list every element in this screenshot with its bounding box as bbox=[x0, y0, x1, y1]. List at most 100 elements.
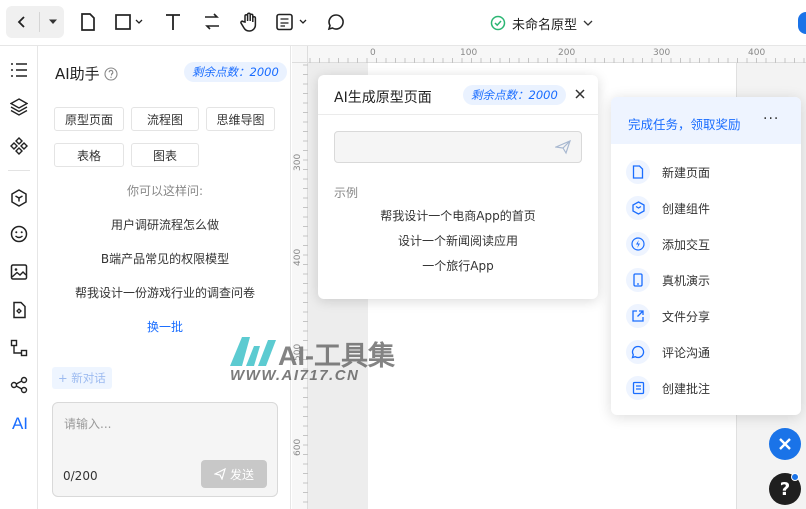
list-icon bbox=[11, 63, 27, 77]
rail-item-ai[interactable]: AI bbox=[9, 414, 31, 434]
example-item[interactable]: 一个旅行App bbox=[318, 257, 598, 274]
task-comment[interactable]: 评论沟通 bbox=[626, 340, 710, 364]
horizontal-ruler: 0 100 200 300 400 bbox=[308, 46, 806, 63]
project-title[interactable]: 未命名原型 bbox=[490, 13, 593, 33]
shape-tool-button[interactable] bbox=[115, 11, 143, 33]
rail-item-templates[interactable] bbox=[9, 300, 29, 320]
avatar[interactable] bbox=[798, 12, 806, 34]
task-add-interaction[interactable]: 添加交互 bbox=[626, 232, 710, 256]
task-create-component[interactable]: 创建组件 bbox=[626, 196, 710, 220]
saved-check-icon bbox=[490, 15, 506, 31]
ai-icon: AI bbox=[11, 414, 29, 433]
share-graph-icon bbox=[10, 376, 28, 394]
rail-item-layers[interactable] bbox=[9, 97, 29, 117]
nav-group bbox=[6, 6, 64, 38]
share-icon bbox=[626, 304, 650, 328]
note-tool-button[interactable] bbox=[276, 11, 308, 33]
ruler-label: 600 bbox=[293, 438, 303, 456]
ruler-label: 100 bbox=[460, 48, 478, 58]
prompt-input[interactable] bbox=[334, 131, 582, 163]
send-label: 发送 bbox=[229, 467, 254, 482]
text-icon bbox=[166, 14, 180, 30]
comment-icon bbox=[327, 14, 344, 31]
emoji-icon bbox=[10, 225, 28, 243]
page-icon bbox=[626, 160, 650, 184]
watermark-logo bbox=[230, 337, 276, 366]
back-button[interactable] bbox=[6, 6, 38, 38]
comment-tool-button[interactable] bbox=[327, 11, 345, 33]
cube-icon bbox=[626, 196, 650, 220]
flow-icon bbox=[10, 339, 28, 357]
chip-prototype-page[interactable]: 原型页面 bbox=[54, 107, 124, 131]
ai-generate-dialog: AI生成原型页面 剩余点数： 2000 示例 帮我设计一个电商App的首页 设计一… bbox=[318, 75, 598, 299]
send-button[interactable]: 发送 bbox=[201, 460, 267, 488]
ruler-ticks-top bbox=[309, 58, 805, 63]
image-icon bbox=[10, 264, 28, 280]
task-device-preview[interactable]: 真机演示 bbox=[626, 268, 710, 292]
notification-dot bbox=[791, 473, 799, 481]
phone-icon bbox=[626, 268, 650, 292]
task-label: 添加交互 bbox=[662, 237, 711, 252]
rail-item-flow[interactable] bbox=[9, 338, 29, 358]
layers-icon bbox=[10, 98, 28, 116]
task-label: 评论沟通 bbox=[662, 345, 711, 360]
project-name: 未命名原型 bbox=[512, 17, 578, 33]
task-label: 文件分享 bbox=[662, 309, 711, 324]
close-tasks-button[interactable] bbox=[769, 428, 801, 460]
menu-chevron-icon bbox=[49, 19, 57, 24]
connector-tool-button[interactable] bbox=[203, 11, 221, 33]
refresh-suggestions-link[interactable]: 换一批 bbox=[39, 318, 291, 335]
rectangle-icon bbox=[115, 14, 143, 30]
hand-icon bbox=[240, 12, 257, 32]
chat-input[interactable]: 请输入... 0/200 发送 bbox=[52, 402, 278, 497]
watermark: AI-工具集 WWW.AI717.CN bbox=[228, 334, 428, 386]
points-value: 2000 bbox=[249, 65, 279, 79]
chip-chart[interactable]: 图表 bbox=[131, 143, 199, 167]
close-icon[interactable] bbox=[573, 87, 587, 101]
suggestion-item[interactable]: 用户调研流程怎么做 bbox=[39, 216, 291, 233]
task-create-annotation[interactable]: 创建批注 bbox=[626, 376, 710, 400]
top-toolbar: 未命名原型 bbox=[0, 0, 806, 46]
chip-mindmap[interactable]: 思维导图 bbox=[206, 107, 275, 131]
ai-panel-title: AI助手 bbox=[55, 63, 118, 84]
task-file-share[interactable]: 文件分享 bbox=[626, 304, 710, 328]
rail-item-modules[interactable] bbox=[9, 188, 29, 208]
rail-item-icons[interactable] bbox=[9, 224, 29, 244]
lightning-icon bbox=[626, 232, 650, 256]
ruler-label: 300 bbox=[293, 153, 303, 171]
send-icon[interactable] bbox=[555, 139, 571, 155]
task-label: 新建页面 bbox=[662, 165, 711, 180]
points-value: 2000 bbox=[528, 88, 558, 102]
watermark-url: WWW.AI717.CN bbox=[230, 367, 360, 384]
rail-item-outline[interactable] bbox=[9, 60, 29, 80]
template-icon bbox=[13, 301, 26, 319]
help-circle-icon[interactable] bbox=[104, 66, 118, 81]
note-icon bbox=[626, 376, 650, 400]
components-icon bbox=[10, 137, 28, 155]
page-tool-button[interactable] bbox=[80, 11, 96, 33]
connector-icon bbox=[205, 13, 219, 30]
rail-item-components[interactable] bbox=[9, 136, 29, 156]
suggestion-item[interactable]: 帮我设计一份游戏行业的调查问卷 bbox=[39, 284, 291, 301]
task-label: 真机演示 bbox=[662, 273, 711, 288]
task-label: 创建批注 bbox=[662, 381, 711, 396]
more-icon[interactable]: ··· bbox=[763, 111, 779, 127]
chip-table[interactable]: 表格 bbox=[54, 143, 124, 167]
hand-tool-button[interactable] bbox=[240, 11, 258, 33]
suggestion-item[interactable]: B端产品常见的权限模型 bbox=[39, 250, 291, 267]
example-item[interactable]: 设计一个新闻阅读应用 bbox=[318, 232, 598, 249]
dialog-divider bbox=[318, 114, 598, 115]
rail-item-mindmap[interactable] bbox=[9, 375, 29, 395]
page-icon bbox=[81, 13, 95, 31]
example-item[interactable]: 帮我设计一个电商App的首页 bbox=[318, 207, 598, 224]
text-tool-button[interactable] bbox=[165, 11, 181, 33]
ai-assistant-panel: AI助手 剩余点数： 2000 原型页面 流程图 思维导图 表格 图表 你可以这样… bbox=[39, 46, 291, 509]
left-icon-rail: AI bbox=[0, 46, 38, 509]
close-icon bbox=[779, 438, 791, 450]
task-new-page[interactable]: 新建页面 bbox=[626, 160, 710, 184]
new-chat-button[interactable]: + 新对话 bbox=[52, 367, 112, 389]
main-menu-button[interactable] bbox=[42, 6, 64, 38]
tasks-menu: 完成任务，领取奖励 ··· 新建页面 创建组件 添加交互 真机演示 文件分享 评… bbox=[611, 97, 801, 415]
chip-flowchart[interactable]: 流程图 bbox=[131, 107, 199, 131]
rail-item-images[interactable] bbox=[9, 262, 29, 282]
